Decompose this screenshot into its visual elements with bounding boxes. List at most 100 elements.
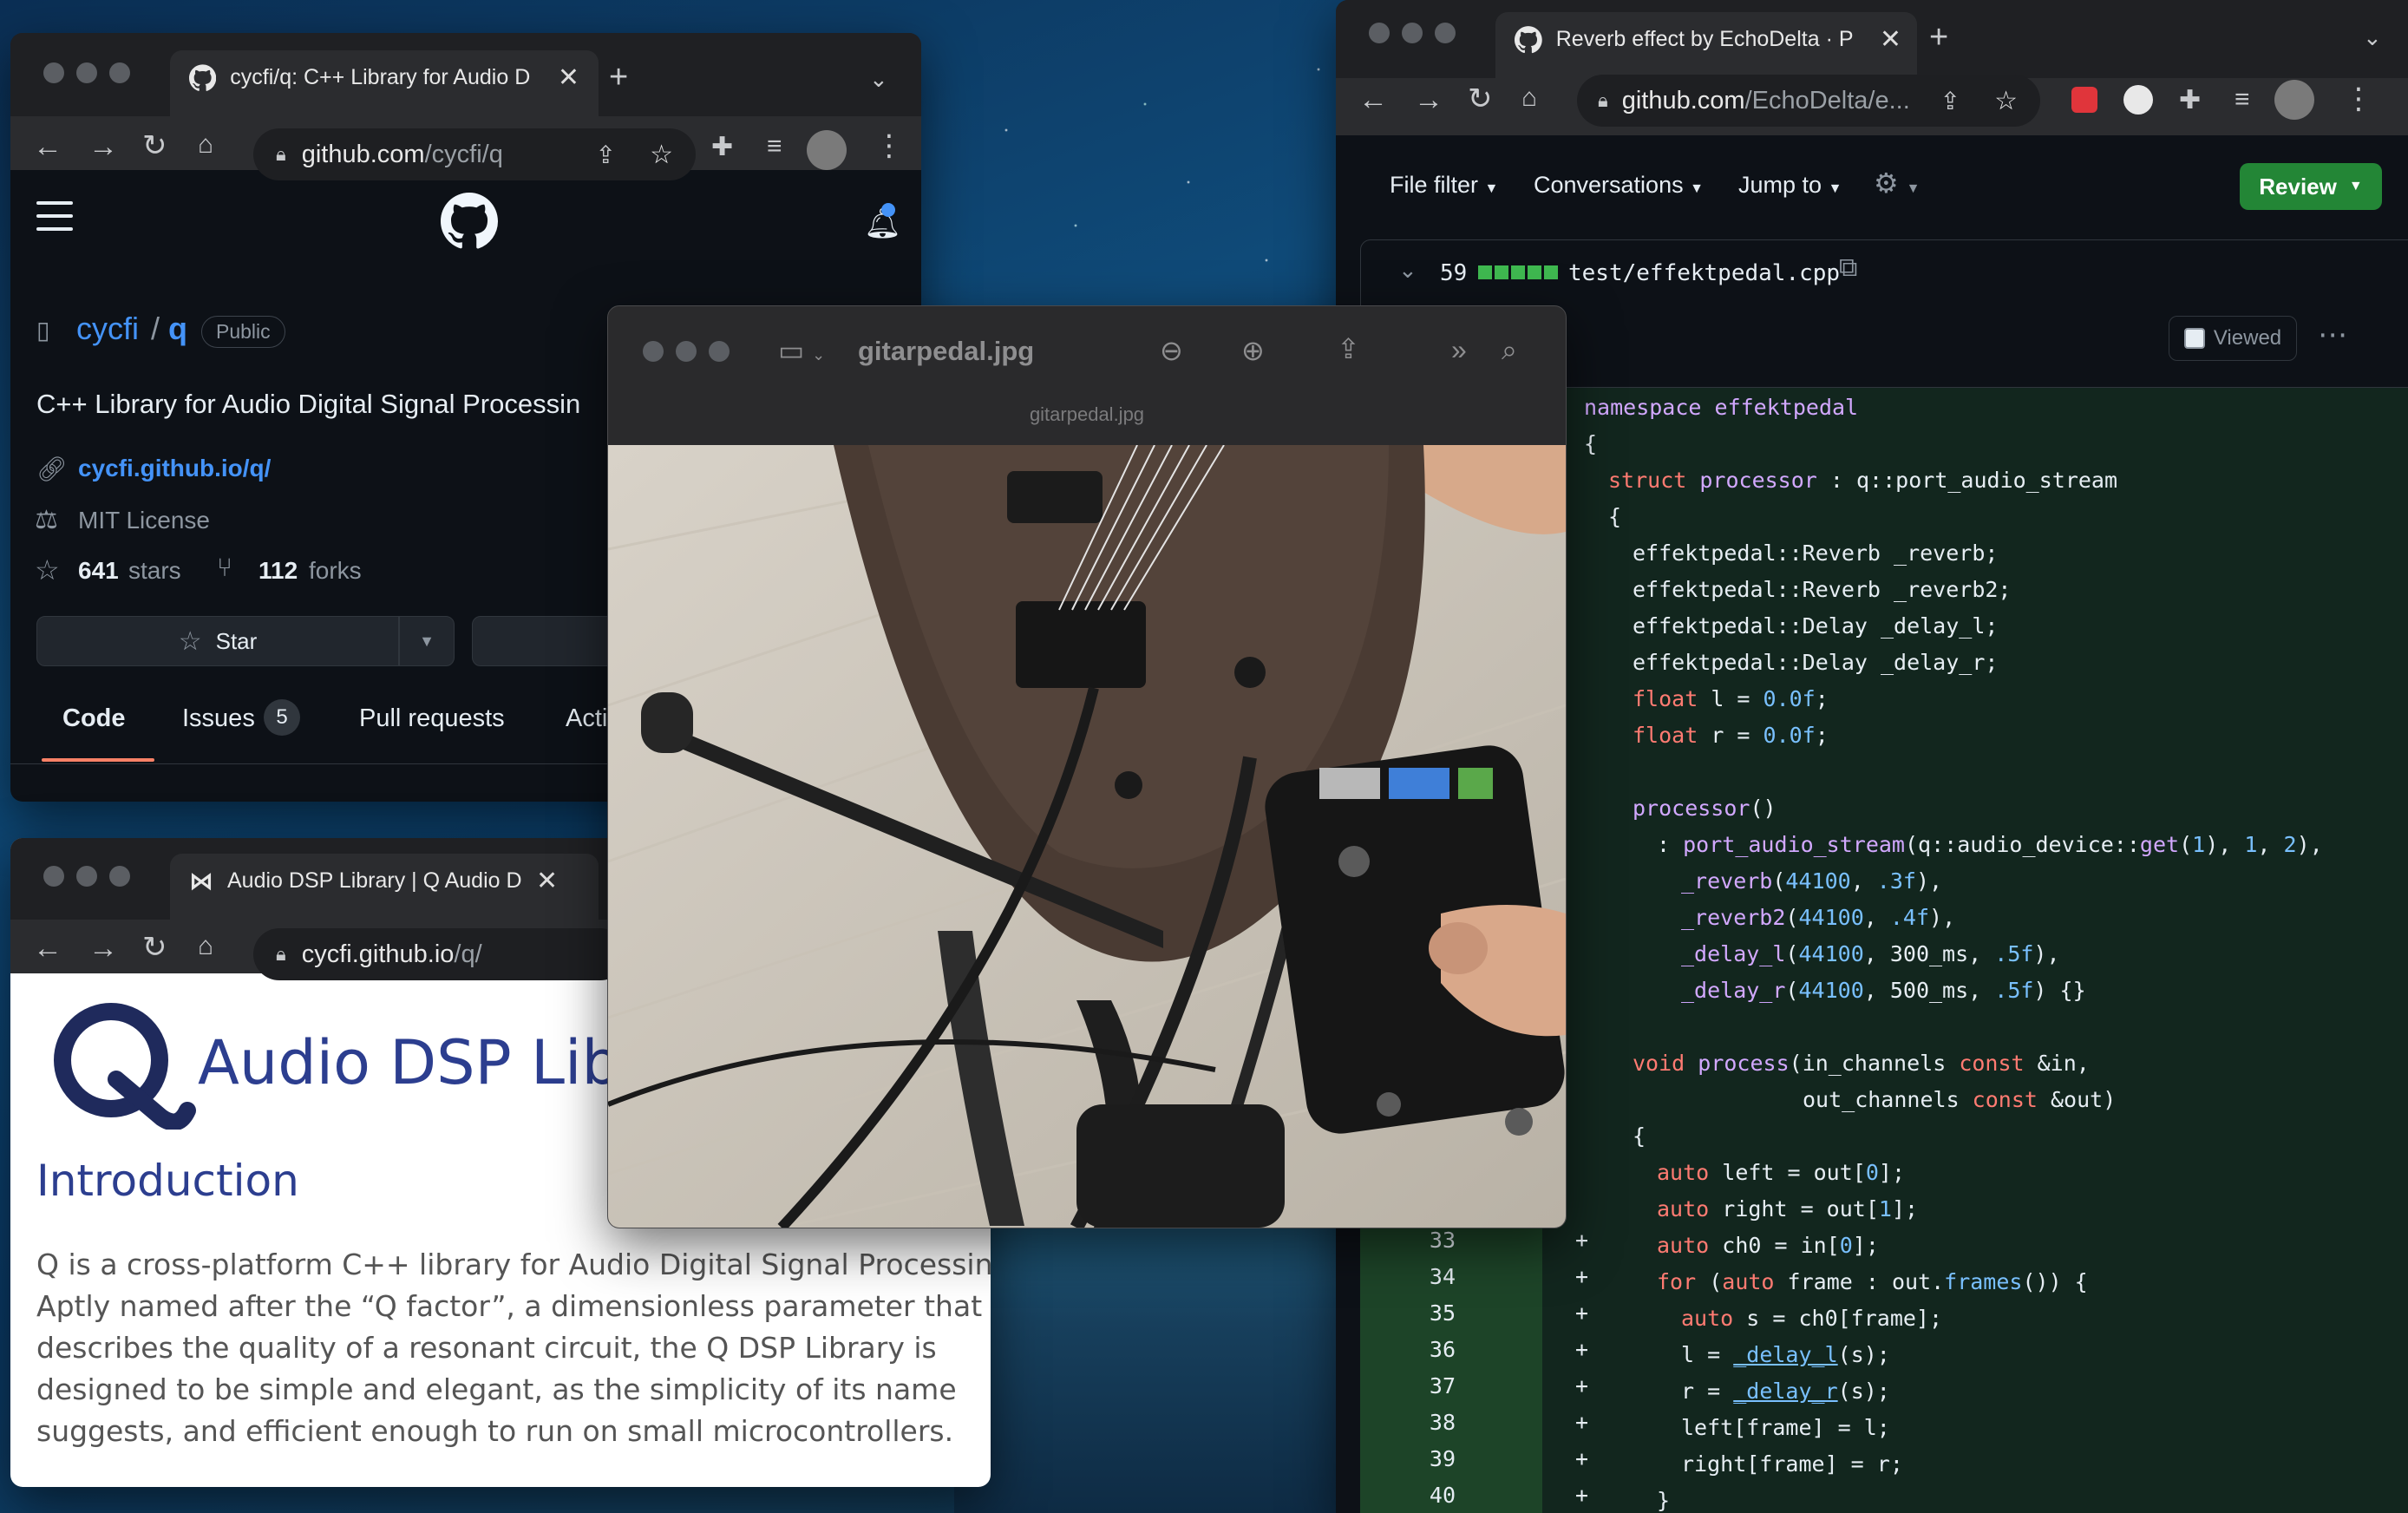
more-tools-chevron-icon[interactable]: » xyxy=(1451,334,1467,366)
line-number[interactable]: 39 xyxy=(1360,1446,1456,1471)
new-tab-icon[interactable]: + xyxy=(609,59,628,96)
minimize-window-button[interactable] xyxy=(76,62,97,83)
share-icon[interactable]: ⇪ xyxy=(596,141,616,169)
back-icon[interactable]: ← xyxy=(33,130,62,164)
tab-code[interactable]: Code xyxy=(62,704,126,733)
close-window-button[interactable] xyxy=(43,866,64,887)
window-controls[interactable] xyxy=(1369,23,1456,43)
window-controls[interactable] xyxy=(643,341,730,362)
file-path[interactable]: test/effektpedal.cpp xyxy=(1568,260,1840,286)
line-number[interactable]: 36 xyxy=(1360,1337,1456,1362)
star-button[interactable]: ☆ Star xyxy=(36,616,399,666)
media-controls-icon[interactable]: ≡ xyxy=(767,132,782,161)
line-number[interactable]: 34 xyxy=(1360,1264,1456,1289)
repo-path-separator: / xyxy=(151,311,160,346)
line-number[interactable]: 35 xyxy=(1360,1300,1456,1326)
minimize-window-button[interactable] xyxy=(76,866,97,887)
forward-icon[interactable]: → xyxy=(1414,83,1443,117)
minimize-window-button[interactable] xyxy=(1402,23,1423,43)
search-icon[interactable]: ⌕ xyxy=(1502,334,1517,367)
extensions-icon[interactable]: ✚ xyxy=(2179,85,2201,115)
reload-icon[interactable]: ↻ xyxy=(142,128,167,163)
forward-icon[interactable]: → xyxy=(88,932,118,966)
browser-tab-content[interactable]: Reverb effect by EchoDelta · P ✕ xyxy=(1515,24,1901,55)
website-link[interactable]: cycfi.github.io/q/ xyxy=(78,455,271,482)
star-dropdown-button[interactable]: ▼ xyxy=(399,616,455,666)
close-tab-icon[interactable]: ✕ xyxy=(1880,24,1901,55)
browser-tab-content[interactable]: ⋈ Audio DSP Library | Q Audio DS ✕ xyxy=(189,866,579,896)
reload-icon[interactable]: ↻ xyxy=(1468,82,1493,116)
sidebar-toggle-icon[interactable]: ▭ ⌄ xyxy=(778,334,825,367)
window-controls[interactable] xyxy=(43,62,130,83)
file-options-kebab-icon[interactable]: ⋯ xyxy=(2318,318,2347,352)
forward-icon[interactable]: → xyxy=(88,130,118,164)
tab-pull-requests[interactable]: Pull requests xyxy=(359,704,505,733)
zoom-window-button[interactable] xyxy=(1435,23,1456,43)
home-icon[interactable]: ⌂ xyxy=(198,130,213,160)
forks-count[interactable]: 112 xyxy=(258,557,298,585)
github-logo-icon[interactable] xyxy=(441,193,498,250)
url-path: /cycfi/q xyxy=(424,140,503,168)
license-label[interactable]: MIT License xyxy=(78,507,210,534)
tab-search-chevron-icon[interactable]: ⌄ xyxy=(869,66,888,93)
zoom-out-icon[interactable]: ⊖ xyxy=(1160,334,1183,367)
reload-icon[interactable]: ↻ xyxy=(142,930,167,965)
back-icon[interactable]: ← xyxy=(33,932,62,966)
hamburger-menu-icon[interactable] xyxy=(36,201,73,231)
review-button[interactable]: Review ▼ xyxy=(2240,163,2382,210)
window-controls[interactable] xyxy=(43,866,130,887)
zoom-window-button[interactable] xyxy=(709,341,730,362)
copy-path-icon[interactable]: ⧉ xyxy=(1839,253,1857,283)
profile-avatar[interactable] xyxy=(807,130,847,170)
close-window-button[interactable] xyxy=(43,62,64,83)
stars-count[interactable]: 641 xyxy=(78,557,119,585)
jump-to-dropdown[interactable]: Jump to ▼ xyxy=(1738,172,1842,199)
viewed-checkbox-button[interactable]: Viewed xyxy=(2169,316,2297,361)
address-bar[interactable]: 🔒︎ github.com/EchoDelta/e... ⇪ ☆ xyxy=(1577,75,2040,127)
forks-label[interactable]: forks xyxy=(309,557,362,585)
profile-avatar[interactable] xyxy=(2274,80,2314,120)
collapse-chevron-icon[interactable]: ⌄ xyxy=(1398,257,1417,284)
zoom-window-button[interactable] xyxy=(109,62,130,83)
tab-actions[interactable]: Acti xyxy=(566,704,607,733)
bookmark-star-icon[interactable]: ☆ xyxy=(650,140,673,170)
share-icon[interactable]: ⇪ xyxy=(1940,87,1960,115)
line-number[interactable]: 40 xyxy=(1360,1483,1456,1508)
chrome-menu-icon[interactable]: ⋮ xyxy=(874,128,904,163)
stars-label[interactable]: stars xyxy=(128,557,181,585)
tab-search-chevron-icon[interactable]: ⌄ xyxy=(2363,24,2382,51)
close-window-button[interactable] xyxy=(1369,23,1390,43)
diff-settings-gear-icon[interactable]: ⚙ ▼ xyxy=(1874,167,1920,200)
extensions-icon[interactable]: ✚ xyxy=(711,132,733,162)
zoom-in-icon[interactable]: ⊕ xyxy=(1241,334,1265,367)
close-tab-icon[interactable]: ✕ xyxy=(558,62,579,93)
address-bar[interactable]: 🔒︎ github.com/cycfi/q ⇪ ☆ xyxy=(253,128,696,180)
home-icon[interactable]: ⌂ xyxy=(1521,83,1537,113)
browser-tab-content[interactable]: cycfi/q: C++ Library for Audio D ✕ xyxy=(189,62,579,93)
media-controls-icon[interactable]: ≡ xyxy=(2235,85,2250,115)
added-line-marker: + xyxy=(1575,1300,1589,1326)
back-icon[interactable]: ← xyxy=(1358,83,1388,117)
tab-issues[interactable]: Issues xyxy=(182,704,255,733)
zoom-window-button[interactable] xyxy=(109,866,130,887)
share-icon[interactable]: ⇪ xyxy=(1337,332,1360,365)
account-extension-icon[interactable] xyxy=(2123,85,2153,115)
repo-name-link[interactable]: q xyxy=(168,311,187,347)
line-number[interactable]: 33 xyxy=(1360,1228,1456,1253)
bowtie-favicon-icon: ⋈ xyxy=(189,868,213,894)
repo-owner-link[interactable]: cycfi xyxy=(76,311,139,347)
line-number[interactable]: 38 xyxy=(1360,1410,1456,1435)
close-window-button[interactable] xyxy=(643,341,664,362)
line-number[interactable]: 37 xyxy=(1360,1373,1456,1398)
new-tab-icon[interactable]: + xyxy=(1929,19,1948,56)
address-bar[interactable]: 🔒︎ cycfi.github.io/q/ xyxy=(253,928,626,980)
bookmark-star-icon[interactable]: ☆ xyxy=(1994,86,2018,116)
chrome-menu-icon[interactable]: ⋮ xyxy=(2344,82,2373,116)
conversations-dropdown[interactable]: Conversations ▼ xyxy=(1534,172,1704,199)
checkbox-icon[interactable] xyxy=(2183,328,2205,349)
close-tab-icon[interactable]: ✕ xyxy=(536,866,558,896)
home-icon[interactable]: ⌂ xyxy=(198,932,213,961)
minimize-window-button[interactable] xyxy=(676,341,697,362)
file-filter-dropdown[interactable]: File filter ▼ xyxy=(1390,172,1498,199)
privacy-shield-extension-icon[interactable] xyxy=(2071,87,2097,113)
